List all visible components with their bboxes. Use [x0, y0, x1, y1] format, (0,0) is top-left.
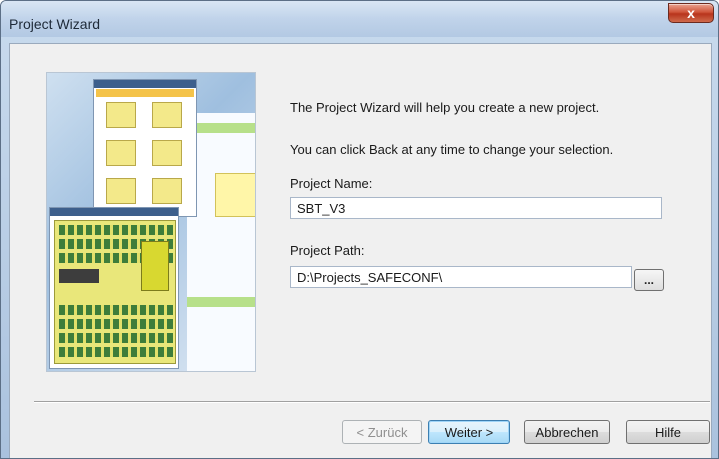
button-separator: [34, 401, 710, 403]
close-icon: x: [687, 5, 695, 21]
project-wizard-window: Project Wizard x The Project Wizard will…: [0, 0, 719, 459]
wizard-illustration: [46, 72, 256, 372]
illustration-hardware-board: [54, 220, 176, 364]
wizard-client-area: The Project Wizard will help you create …: [9, 43, 712, 458]
illustration-relay: [141, 241, 169, 291]
project-name-input[interactable]: SBT_V3: [290, 197, 662, 219]
illustration-tile: [152, 140, 182, 166]
title-bar[interactable]: Project Wizard x: [1, 1, 718, 37]
illustration-terminal-row: [59, 319, 173, 329]
illustration-terminal-row: [59, 347, 173, 357]
illustration-tile: [106, 102, 136, 128]
illustration-tile: [152, 178, 182, 204]
close-button[interactable]: x: [668, 3, 714, 23]
illustration-toolbox-header: [96, 89, 194, 97]
intro-text-line-2: You can click Back at any time to change…: [290, 142, 614, 157]
illustration-toolbox-titlebar: [94, 80, 196, 88]
browse-path-button[interactable]: ...: [634, 269, 664, 291]
illustration-toolbox-window: [93, 79, 197, 217]
cancel-button[interactable]: Abbrechen: [524, 420, 610, 444]
illustration-editor-titlebar: [50, 208, 178, 216]
intro-text-line-1: The Project Wizard will help you create …: [290, 100, 600, 115]
illustration-terminal-row: [59, 333, 173, 343]
illustration-canvas: [187, 113, 255, 371]
illustration-terminal-row: [59, 305, 173, 315]
back-button[interactable]: < Zurück: [342, 420, 422, 444]
illustration-terminal-row: [59, 225, 173, 235]
window-title: Project Wizard: [9, 16, 101, 32]
next-button[interactable]: Weiter >: [428, 420, 510, 444]
project-path-label: Project Path:: [290, 243, 365, 258]
illustration-network-bar: [197, 123, 255, 133]
illustration-tile: [106, 178, 136, 204]
illustration-network-bar: [187, 297, 255, 307]
project-path-input[interactable]: D:\Projects_SAFECONF\: [290, 266, 632, 288]
illustration-tile: [152, 102, 182, 128]
help-button[interactable]: Hilfe: [626, 420, 710, 444]
project-name-label: Project Name:: [290, 176, 373, 191]
illustration-hardware-editor: [49, 207, 179, 369]
illustration-vendor-logo: [59, 269, 99, 283]
illustration-tile: [106, 140, 136, 166]
illustration-function-block: [215, 173, 255, 217]
